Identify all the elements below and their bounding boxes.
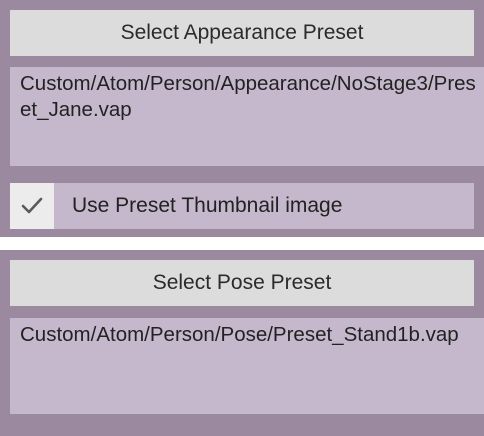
pose-preset-path-field: Custom/Atom/Person/Pose/Preset_Stand1b.v… xyxy=(10,318,484,414)
use-preset-thumbnail-toggle[interactable]: Use Preset Thumbnail image xyxy=(10,183,474,229)
checkmark-icon xyxy=(21,197,43,214)
use-preset-thumbnail-label: Use Preset Thumbnail image xyxy=(72,194,343,217)
appearance-preset-path-field: Custom/Atom/Person/Appearance/NoStage3/P… xyxy=(10,67,484,166)
appearance-preset-panel: Select Appearance Preset Custom/Atom/Per… xyxy=(0,0,484,237)
select-appearance-preset-button[interactable]: Select Appearance Preset xyxy=(10,10,474,56)
pose-preset-panel: Select Pose Preset Custom/Atom/Person/Po… xyxy=(0,250,484,436)
select-pose-preset-button[interactable]: Select Pose Preset xyxy=(10,260,474,306)
thumbnail-checkbox[interactable] xyxy=(10,183,54,229)
